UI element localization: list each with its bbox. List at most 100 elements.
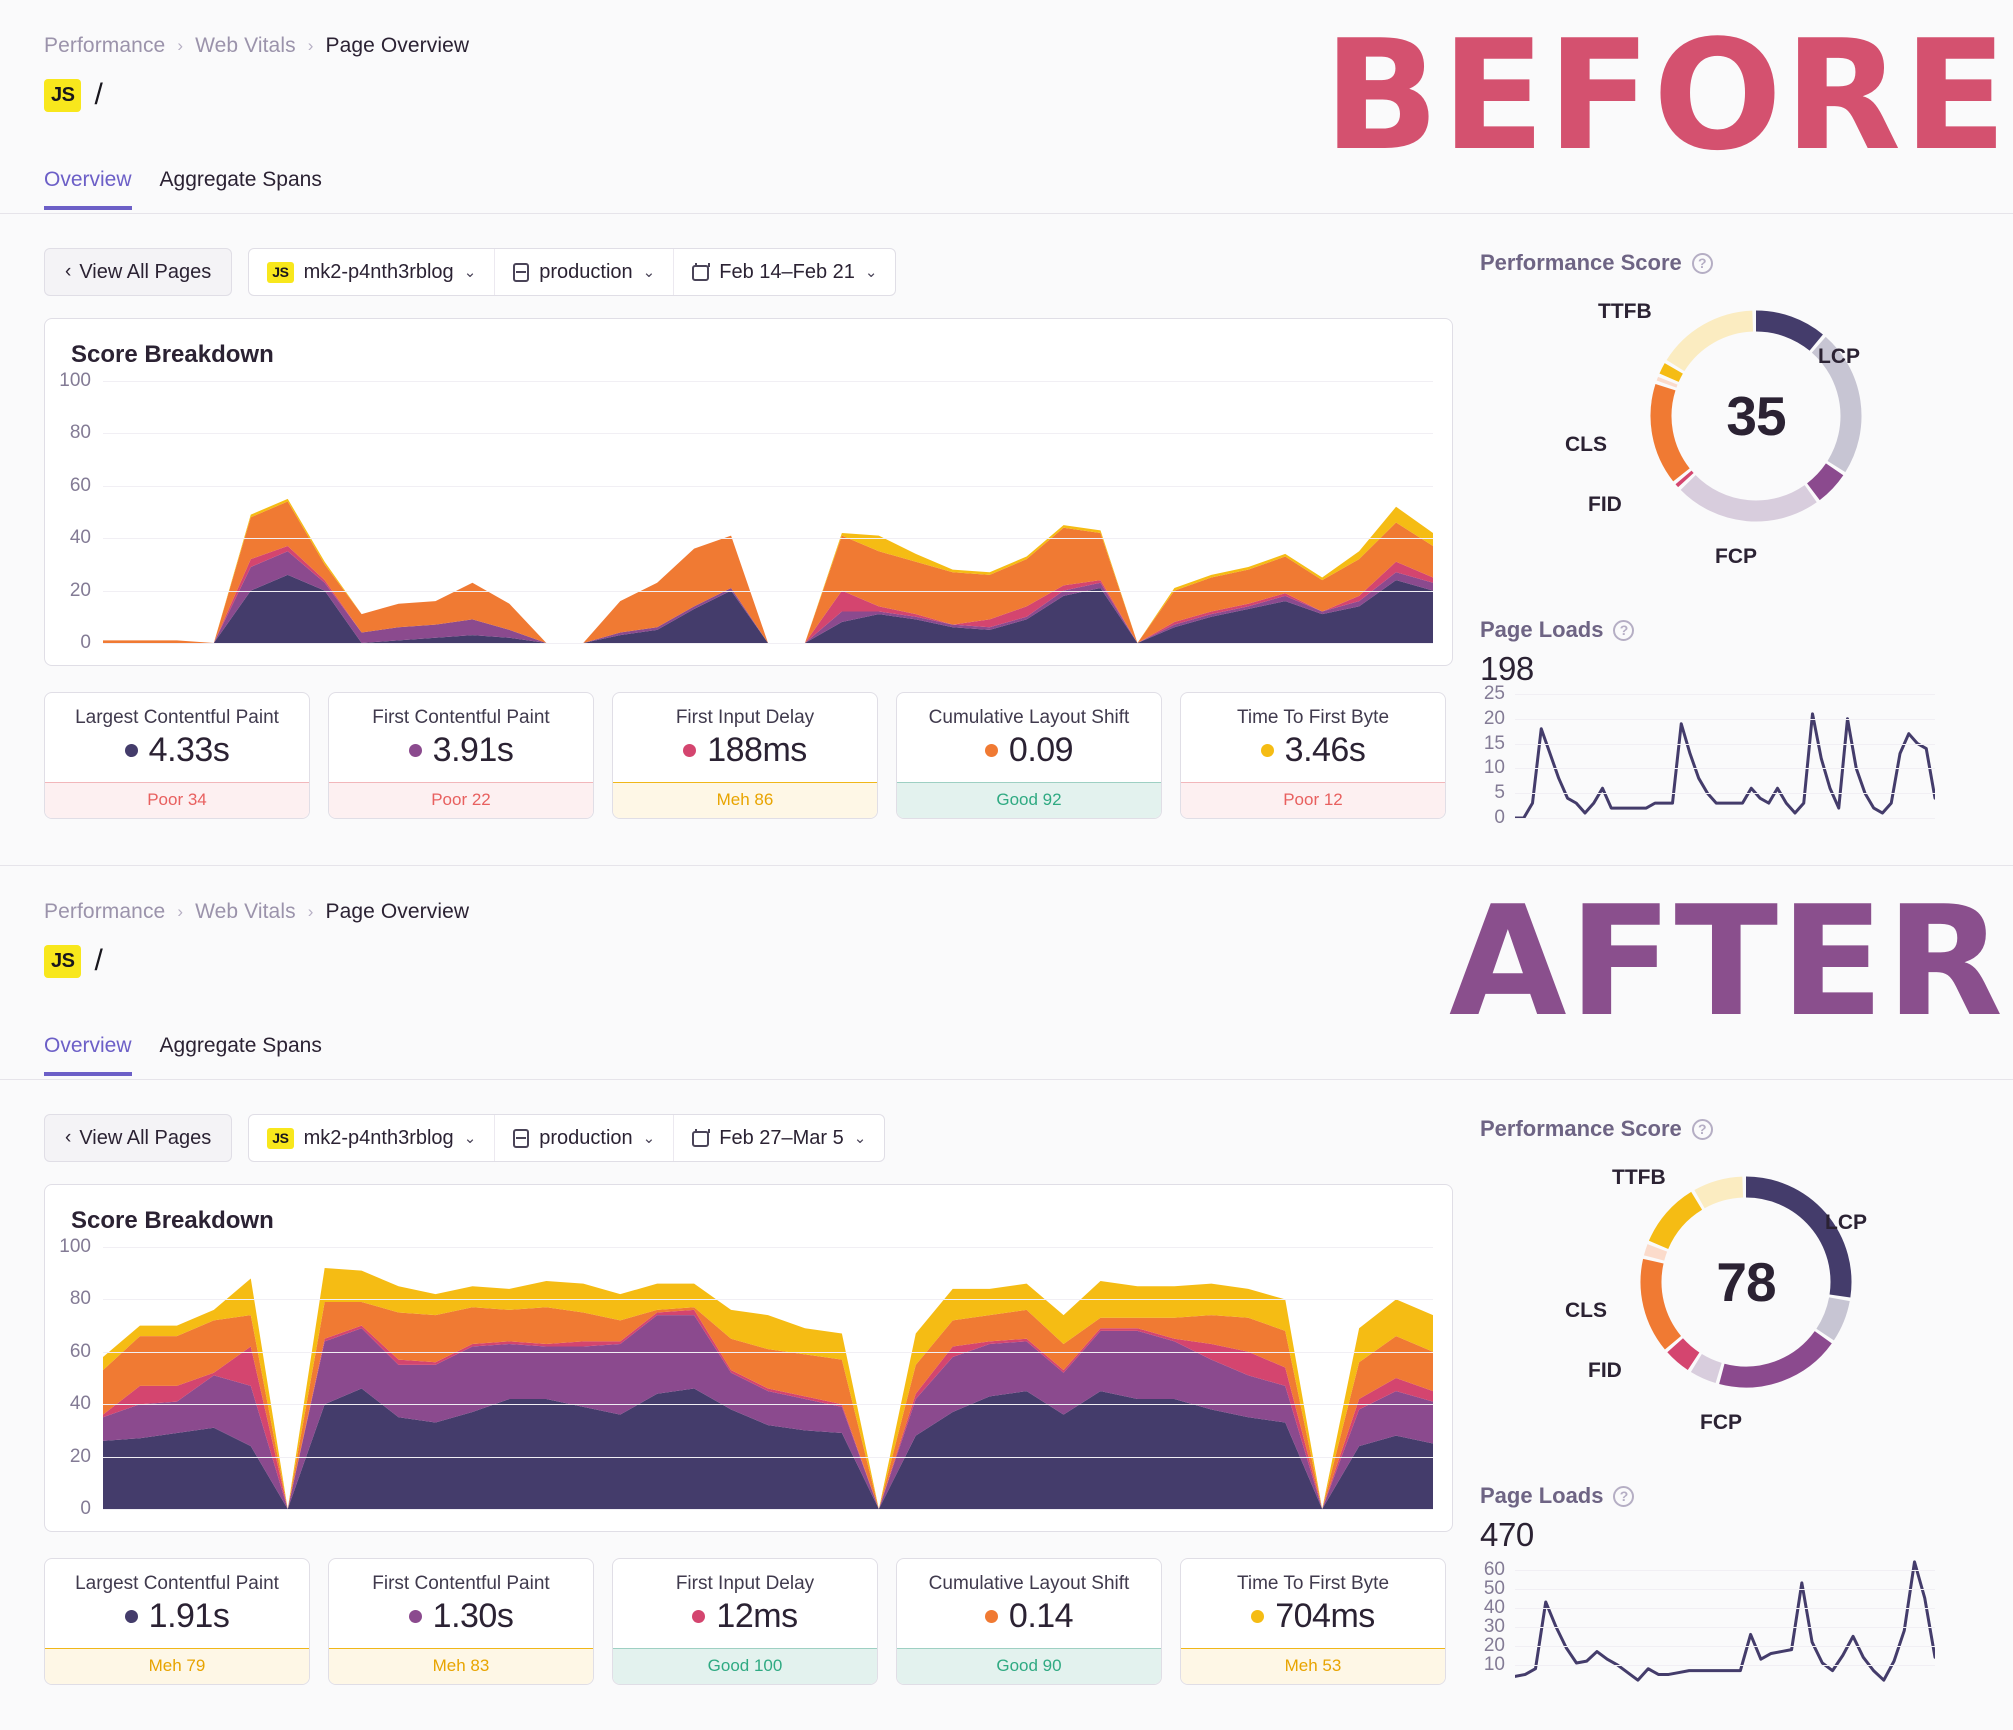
metric-card[interactable]: First Input Delay 188ms Meh 86	[612, 692, 878, 819]
chart-gridline	[1515, 1588, 1935, 1590]
stacked-area-svg	[103, 1267, 1433, 1509]
sparkline-svg	[1513, 712, 1937, 820]
breadcrumb-item-performance[interactable]: Performance	[44, 34, 165, 58]
donut-arc	[1694, 1176, 1744, 1209]
metric-status-badge: Poor 34	[45, 782, 309, 818]
performance-score-donut[interactable]: 35	[1640, 300, 1872, 532]
metric-card[interactable]: Time To First Byte 3.46s Poor 12	[1180, 692, 1446, 819]
donut-arc	[1648, 1191, 1703, 1250]
metric-color-dot	[408, 744, 422, 757]
metric-name: Cumulative Layout Shift	[928, 1573, 1130, 1594]
donut-arc	[1659, 363, 1683, 383]
tab-aggregate-spans[interactable]: Aggregate Spans	[160, 168, 322, 210]
metric-name: Largest Contentful Paint	[75, 707, 279, 728]
chart-gridline	[1515, 818, 1935, 819]
page-loads-sparkline[interactable]: 10 20 30 40 50 60	[1484, 1559, 1937, 1684]
breadcrumb-item-web-vitals[interactable]: Web Vitals	[195, 34, 296, 58]
metric-name: First Contentful Paint	[372, 707, 550, 728]
metric-card[interactable]: Cumulative Layout Shift 0.09 Good 92	[896, 692, 1162, 819]
chart-gridline	[1515, 694, 1935, 695]
date-range-selector[interactable]: Feb 27–Mar 5 ⌄	[673, 1115, 884, 1161]
tab-overview[interactable]: Overview	[44, 168, 132, 210]
before-panel: Performance › Web Vitals › Page Overview…	[0, 0, 2013, 865]
help-icon[interactable]: ?	[1691, 1118, 1713, 1140]
date-range-label: Feb 27–Mar 5	[719, 1126, 844, 1149]
page-loads-value: 470	[1480, 1516, 1534, 1553]
y-axis-tick: 20	[69, 1445, 91, 1467]
environment-selector[interactable]: production ⌄	[494, 249, 673, 295]
project-name-label: mk2-p4nth3rblog	[303, 1126, 454, 1149]
sparkline-path	[1513, 712, 1937, 820]
server-icon	[513, 262, 530, 282]
metric-card[interactable]: Largest Contentful Paint 4.33s Poor 34	[44, 692, 310, 819]
score-breakdown-chart[interactable]: 0 20 40 60 80 100	[59, 1236, 1433, 1519]
metric-color-dot	[692, 1610, 706, 1623]
project-selector[interactable]: JS mk2-p4nth3rblog ⌄	[249, 1115, 494, 1161]
metric-color-dot	[1251, 1610, 1265, 1623]
y-axis-tick: 40	[69, 1393, 91, 1415]
metric-value: 188ms	[707, 731, 807, 769]
breadcrumb-item-performance[interactable]: Performance	[44, 900, 165, 924]
tab-aggregate-spans[interactable]: Aggregate Spans	[160, 1034, 322, 1076]
view-all-pages-label: View All Pages	[79, 1126, 212, 1149]
y-axis-tick: 25	[1483, 683, 1505, 704]
donut-label-fid: FID	[1588, 1359, 1622, 1382]
environment-selector[interactable]: production ⌄	[494, 1115, 673, 1161]
donut-arc	[1806, 463, 1844, 501]
metric-value: 1.91s	[148, 1597, 230, 1635]
chart-gridline	[103, 1404, 1433, 1406]
metric-status-badge: Good 92	[897, 782, 1161, 818]
environment-label: production	[539, 1126, 633, 1149]
filter-toolbar: ‹ View All Pages JS mk2-p4nth3rblog ⌄ pr…	[44, 1114, 886, 1162]
project-selector[interactable]: JS mk2-p4nth3rblog ⌄	[249, 249, 494, 295]
help-icon[interactable]: ?	[1613, 1485, 1635, 1507]
y-axis-tick: 20	[1483, 1634, 1505, 1656]
y-axis-tick: 50	[1483, 1577, 1505, 1599]
metric-value: 3.46s	[1284, 731, 1366, 769]
y-axis-tick: 60	[69, 1340, 91, 1362]
chevron-down-icon: ⌄	[853, 1130, 867, 1147]
tab-divider	[0, 1079, 2013, 1080]
breadcrumb-separator-icon: ›	[307, 36, 314, 55]
help-icon[interactable]: ?	[1691, 252, 1713, 274]
calendar-icon	[692, 263, 711, 281]
metric-card[interactable]: First Contentful Paint 3.91s Poor 22	[328, 692, 594, 819]
tab-overview[interactable]: Overview	[44, 1034, 132, 1076]
view-all-pages-button[interactable]: ‹ View All Pages	[44, 1114, 233, 1162]
metric-card[interactable]: Time To First Byte 704ms Meh 53	[1180, 1558, 1446, 1685]
breadcrumb-separator-icon: ›	[307, 902, 314, 921]
page-title: JS /	[44, 944, 103, 978]
chart-gridline	[1515, 1626, 1935, 1628]
score-breakdown-title: Score Breakdown	[71, 1207, 274, 1234]
before-overlay-label: BEFORE	[1323, 7, 2009, 184]
metric-card[interactable]: First Input Delay 12ms Good 100	[612, 1558, 878, 1685]
help-icon[interactable]: ?	[1613, 619, 1635, 641]
metric-card[interactable]: Largest Contentful Paint 1.91s Meh 79	[44, 1558, 310, 1685]
filter-group: JS mk2-p4nth3rblog ⌄ production ⌄ Feb 27…	[248, 1114, 886, 1162]
y-axis-tick: 20	[1483, 707, 1505, 729]
chevron-down-icon: ⌄	[642, 1130, 656, 1147]
view-all-pages-button[interactable]: ‹ View All Pages	[44, 248, 233, 296]
metric-status-badge: Good 100	[613, 1648, 877, 1684]
chart-gridline	[1515, 1569, 1935, 1571]
breadcrumb-item-web-vitals[interactable]: Web Vitals	[195, 900, 296, 924]
score-breakdown-chart[interactable]: 0 20 40 60 80 100	[59, 370, 1433, 653]
chart-gridline	[103, 485, 1433, 487]
score-breakdown-card: Score Breakdown 0 20 40 60 80 100	[44, 1184, 1453, 1532]
metric-status-badge: Poor 22	[329, 782, 593, 818]
metric-card-list: Largest Contentful Paint 4.33s Poor 34 F…	[44, 692, 1446, 819]
js-platform-icon: JS	[267, 1127, 294, 1149]
metric-color-dot	[124, 744, 138, 757]
metric-name: Time To First Byte	[1236, 707, 1390, 728]
y-axis-tick: 10	[1483, 1653, 1505, 1675]
chart-gridline	[1515, 1664, 1935, 1666]
chart-gridline	[103, 1509, 1433, 1510]
metric-color-dot	[984, 744, 998, 757]
score-breakdown-card: Score Breakdown 0 20 40 60 80 100	[44, 318, 1453, 666]
metric-card[interactable]: First Contentful Paint 1.30s Meh 83	[328, 1558, 594, 1685]
page-loads-sparkline[interactable]: 0 5 10 15 20 25	[1484, 683, 1937, 828]
after-overlay-text: AFTER	[1449, 886, 2005, 1038]
performance-score-donut[interactable]: 78	[1630, 1166, 1862, 1398]
metric-card[interactable]: Cumulative Layout Shift 0.14 Good 90	[896, 1558, 1162, 1685]
date-range-selector[interactable]: Feb 14–Feb 21 ⌄	[673, 249, 895, 295]
